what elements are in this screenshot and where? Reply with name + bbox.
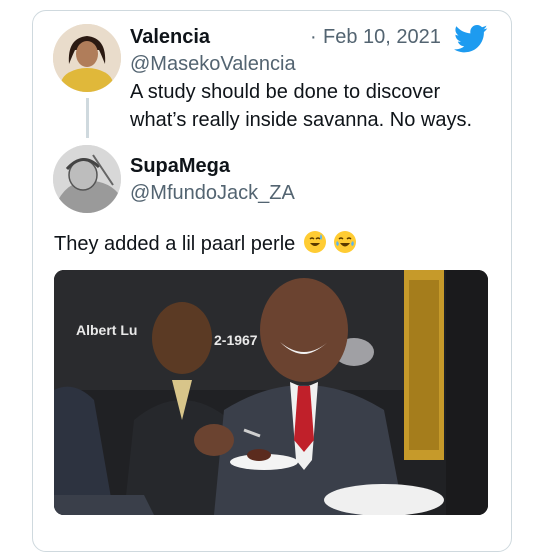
wall-text-right: 2-1967 — [214, 332, 258, 348]
date-separator: · — [310, 26, 317, 48]
tweet-text-line-2: what’s really inside savanna. No ways. — [130, 109, 473, 131]
tweet-author-name[interactable]: Valencia — [130, 26, 210, 49]
reply-author-name[interactable]: SupaMega — [130, 155, 230, 178]
thread-connector-line — [86, 98, 89, 138]
tweet-author-handle[interactable]: @MasekoValencia — [130, 53, 296, 76]
tweet-text-line-1: A study should be done to discover — [130, 81, 441, 103]
avatar-supamega[interactable] — [53, 145, 121, 213]
photo-scene — [54, 270, 488, 515]
twitter-bird-icon[interactable] — [454, 24, 488, 54]
sweat-smile-emoji — [303, 231, 326, 253]
reply-author-handle[interactable]: @MfundoJack_ZA — [130, 182, 295, 205]
avatar-valencia[interactable] — [53, 24, 121, 92]
reply-text-content: They added a lil paarl perle — [54, 233, 296, 255]
wall-text-left: Albert Lu — [76, 322, 138, 338]
tweet-date[interactable]: Feb 10, 2021 — [323, 26, 441, 49]
tweet-photo[interactable]: Albert Lu 2-1967 — [54, 270, 488, 515]
reply-text: They added a lil paarl perle — [54, 230, 357, 258]
tears-of-joy-emoji — [334, 231, 357, 253]
